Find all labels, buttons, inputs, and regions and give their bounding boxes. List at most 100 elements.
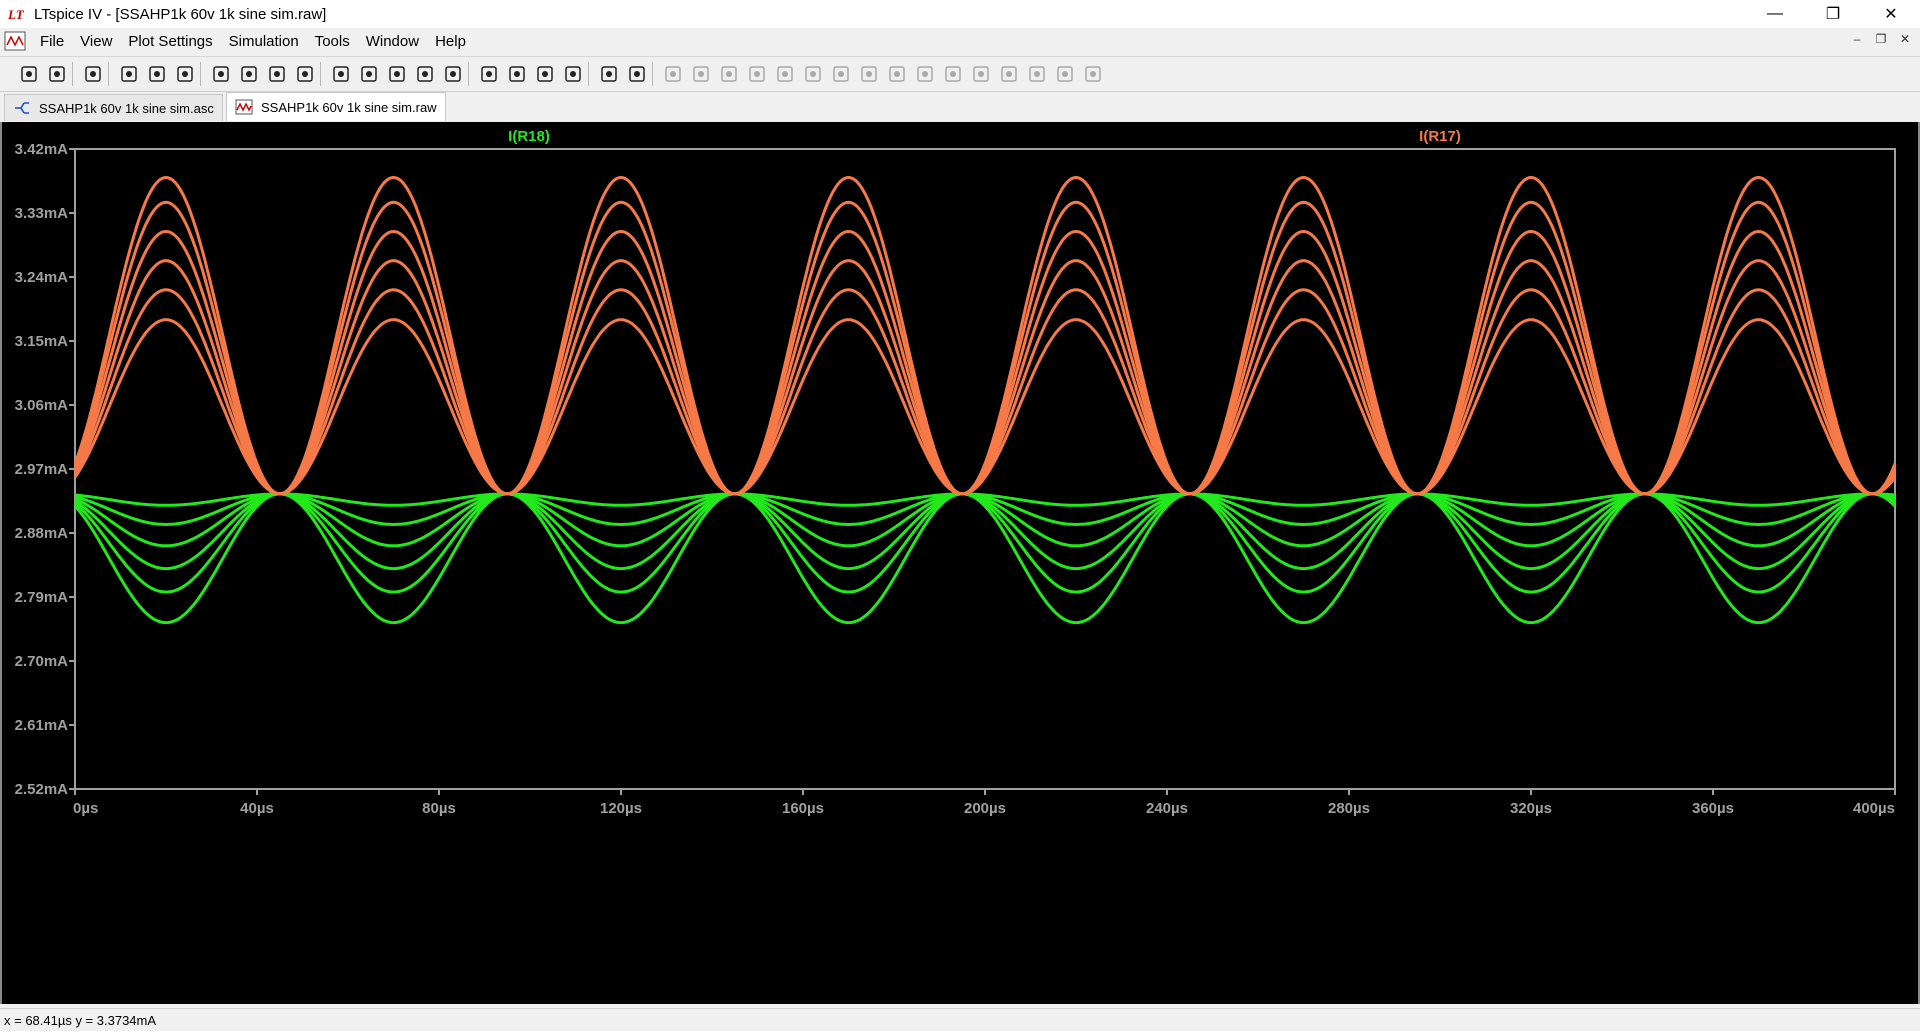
y-tick-label: 3.42mA bbox=[15, 141, 69, 158]
x-tick-label: 360µs bbox=[1692, 800, 1734, 817]
toolbar-separator bbox=[588, 62, 589, 86]
x-tick-label: 80µs bbox=[422, 800, 456, 817]
autorange-icon[interactable] bbox=[330, 63, 352, 85]
y-tick-label: 3.15mA bbox=[15, 333, 69, 350]
tab-bar: SSAHP1k 60v 1k sine sim.asc SSAHP1k 60v … bbox=[0, 92, 1920, 122]
inductor-icon[interactable] bbox=[802, 63, 824, 85]
x-tick-label: 0µs bbox=[73, 800, 98, 817]
control-panel-icon[interactable] bbox=[118, 63, 140, 85]
mdi-restore-button[interactable]: ❐ bbox=[1872, 30, 1890, 48]
ground-icon[interactable] bbox=[690, 63, 712, 85]
menu-view[interactable]: View bbox=[72, 33, 120, 50]
tile-vertical-icon[interactable] bbox=[442, 63, 464, 85]
legend: I(R18) I(R17) bbox=[508, 128, 1461, 145]
menu-window[interactable]: Window bbox=[358, 33, 427, 50]
zoom-in-icon[interactable] bbox=[210, 63, 232, 85]
find-icon[interactable] bbox=[562, 63, 584, 85]
mdi-minimize-button[interactable]: – bbox=[1848, 30, 1866, 48]
minimize-button[interactable]: — bbox=[1746, 0, 1804, 28]
trace-i-r17-step-5 bbox=[73, 200, 1897, 496]
menu-simulation[interactable]: Simulation bbox=[221, 33, 307, 50]
run-icon[interactable] bbox=[146, 63, 168, 85]
y-axis: 3.42mA 3.33mA 3.24mA 3.15mA 3.06mA 2.97mA 2.88… bbox=[15, 141, 75, 798]
x-tick-label: 240µs bbox=[1146, 800, 1188, 817]
menu-plot-settings[interactable]: Plot Settings bbox=[120, 33, 220, 50]
waveform-chart[interactable]: 3.42mA 3.33mA 3.24mA 3.15mA 3.06mA 2.97mA 2.88… bbox=[2, 122, 1918, 1004]
tab-waveform-label: SSAHP1k 60v 1k sine sim.raw bbox=[261, 99, 437, 115]
cursor-readout: x = 68.41µs y = 3.3734mA bbox=[4, 1012, 157, 1028]
tab-schematic-label: SSAHP1k 60v 1k sine sim.asc bbox=[39, 100, 214, 116]
drag-icon[interactable] bbox=[914, 63, 936, 85]
zoom-full-icon[interactable] bbox=[266, 63, 288, 85]
redo-icon[interactable] bbox=[970, 63, 992, 85]
x-axis: 0µs 40µs 80µs 120µs 160µs 200µs 240µs 280µs 320µ… bbox=[73, 789, 1896, 817]
text-icon[interactable] bbox=[1054, 63, 1076, 85]
toolbar-separator bbox=[468, 62, 469, 86]
mirror-icon[interactable] bbox=[1026, 63, 1048, 85]
y-tick-label: 2.70mA bbox=[15, 653, 69, 670]
traces bbox=[73, 175, 1897, 625]
x-tick-label: 200µs bbox=[964, 800, 1006, 817]
legend-i-r18[interactable]: I(R18) bbox=[508, 128, 550, 145]
schematic-icon bbox=[15, 102, 29, 114]
zoom-cancel-icon[interactable] bbox=[294, 63, 316, 85]
resistor-icon[interactable] bbox=[746, 63, 768, 85]
label-icon[interactable] bbox=[718, 63, 740, 85]
save-icon[interactable] bbox=[82, 63, 104, 85]
svg-text:LT: LT bbox=[8, 7, 25, 22]
toolbar bbox=[0, 56, 1920, 92]
component-icon[interactable] bbox=[858, 63, 880, 85]
tab-schematic[interactable]: SSAHP1k 60v 1k sine sim.asc bbox=[4, 94, 223, 121]
trace-i-r17-step-6 bbox=[73, 175, 1897, 496]
toolbar-separator bbox=[320, 62, 321, 86]
new-schematic-icon[interactable] bbox=[18, 63, 40, 85]
tile-horizontal-icon[interactable] bbox=[386, 63, 408, 85]
open-icon[interactable] bbox=[46, 63, 68, 85]
window-controls: — ❐ ✕ bbox=[1746, 0, 1920, 28]
x-tick-label: 400µs bbox=[1853, 800, 1895, 817]
y-tick-label: 2.79mA bbox=[15, 589, 69, 606]
restore-button[interactable]: ❐ bbox=[1804, 0, 1862, 28]
y-tick-label: 2.52mA bbox=[15, 781, 69, 798]
legend-i-r17[interactable]: I(R17) bbox=[1419, 128, 1461, 145]
paste-icon[interactable] bbox=[534, 63, 556, 85]
toolbar-separator bbox=[72, 62, 73, 86]
x-tick-label: 320µs bbox=[1510, 800, 1552, 817]
rotate-icon[interactable] bbox=[998, 63, 1020, 85]
spice-directive-icon[interactable] bbox=[1082, 63, 1104, 85]
mdi-close-button[interactable]: ✕ bbox=[1896, 30, 1914, 48]
x-tick-label: 40µs bbox=[240, 800, 274, 817]
y-tick-label: 3.33mA bbox=[15, 205, 69, 222]
window-title: LTspice IV - [SSAHP1k 60v 1k sine sim.ra… bbox=[34, 5, 327, 23]
y-tick-label: 3.24mA bbox=[15, 269, 69, 286]
wire-icon[interactable] bbox=[662, 63, 684, 85]
close-button[interactable]: ✕ bbox=[1862, 0, 1920, 28]
toolbar-separator bbox=[200, 62, 201, 86]
print-setup-icon[interactable] bbox=[598, 63, 620, 85]
y-tick-label: 3.06mA bbox=[15, 397, 69, 414]
menu-help[interactable]: Help bbox=[427, 33, 474, 50]
menu-tools[interactable]: Tools bbox=[307, 33, 358, 50]
move-icon[interactable] bbox=[886, 63, 908, 85]
waveform-window-icon[interactable] bbox=[4, 31, 26, 51]
waveform-plot-pane[interactable]: 3.42mA 3.33mA 3.24mA 3.15mA 3.06mA 2.97mA 2.88… bbox=[0, 122, 1920, 1004]
tab-waveform[interactable]: SSAHP1k 60v 1k sine sim.raw bbox=[226, 92, 446, 121]
print-icon[interactable] bbox=[626, 63, 648, 85]
mark-icon[interactable] bbox=[358, 63, 380, 85]
undo-icon[interactable] bbox=[942, 63, 964, 85]
title-bar: LT LTspice IV - [SSAHP1k 60v 1k sine sim… bbox=[0, 0, 1920, 28]
cut-icon[interactable] bbox=[478, 63, 500, 85]
y-tick-label: 2.61mA bbox=[15, 717, 69, 734]
zoom-out-icon[interactable] bbox=[238, 63, 260, 85]
mdi-controls: – ❐ ✕ bbox=[1848, 30, 1914, 48]
x-tick-label: 280µs bbox=[1328, 800, 1370, 817]
toolbar-separator bbox=[652, 62, 653, 86]
diode-icon[interactable] bbox=[830, 63, 852, 85]
capacitor-icon[interactable] bbox=[774, 63, 796, 85]
copy-icon[interactable] bbox=[506, 63, 528, 85]
toolbar-separator bbox=[108, 62, 109, 86]
halt-icon[interactable] bbox=[174, 63, 196, 85]
x-tick-label: 120µs bbox=[600, 800, 642, 817]
menu-file[interactable]: File bbox=[32, 33, 72, 50]
cascade-icon[interactable] bbox=[414, 63, 436, 85]
